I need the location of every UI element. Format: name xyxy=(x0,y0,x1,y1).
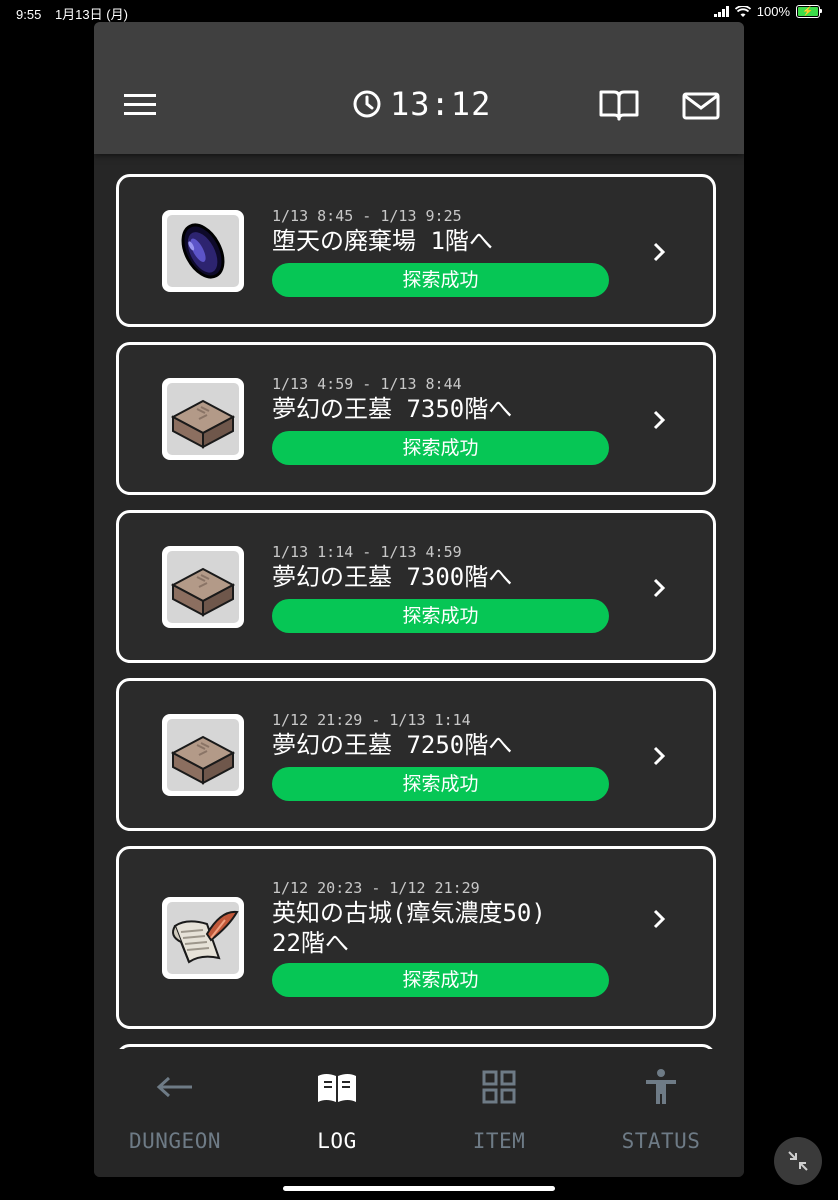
log-title: 夢幻の王墓 7250階へ xyxy=(272,731,513,759)
person-icon xyxy=(646,1069,676,1104)
clock-time: 13:12 xyxy=(390,85,492,123)
status-badge: 探索成功 xyxy=(272,599,609,633)
bottom-tab-bar: DUNGEON LOG ITEM STATUS xyxy=(94,1049,744,1177)
tab-label: DUNGEON xyxy=(128,1129,221,1153)
log-item-thumbnail xyxy=(162,897,244,979)
chevron-right-icon xyxy=(653,410,666,430)
status-badge: 探索成功 xyxy=(272,431,609,465)
status-time-date: 9:55 1月13日 (月) xyxy=(16,4,128,23)
scroll-quill-icon xyxy=(172,910,239,964)
log-title: 夢幻の王墓 7300階へ xyxy=(272,563,513,591)
battery-percent: 100% xyxy=(756,4,790,19)
wifi-icon xyxy=(734,5,751,17)
tab-item[interactable]: ITEM xyxy=(418,1049,580,1177)
log-card[interactable]: 1/12 21:29 - 1/13 1:14 夢幻の王墓 7250階へ 探索成功 xyxy=(116,678,716,831)
system-status-bar: 9:55 1月13日 (月) 100% ⚡ xyxy=(0,0,838,24)
log-title: 夢幻の王墓 7350階へ xyxy=(272,395,513,423)
tab-log[interactable]: LOG xyxy=(256,1049,418,1177)
app-window: 13:12 1/13 8:45 - 1/13 9:25 堕天の廃棄場 1階へ 探 xyxy=(94,22,744,1177)
log-title-line2: 22階へ xyxy=(272,929,349,957)
chevron-right-icon xyxy=(653,578,666,598)
tab-status[interactable]: STATUS xyxy=(580,1049,742,1177)
dark-crystal-icon xyxy=(181,223,225,279)
log-period: 1/13 1:14 - 1/13 4:59 xyxy=(272,543,462,561)
tab-label: STATUS xyxy=(621,1129,701,1153)
stone-tablet-icon xyxy=(170,399,236,449)
tab-label: LOG xyxy=(317,1129,357,1153)
stone-tablet-icon xyxy=(170,567,236,617)
tab-label: ITEM xyxy=(472,1129,526,1153)
tab-dungeon[interactable]: DUNGEON xyxy=(94,1049,256,1177)
open-book-icon[interactable] xyxy=(598,88,640,122)
log-item-thumbnail xyxy=(162,378,244,460)
battery-icon: ⚡ xyxy=(796,5,822,18)
collapse-arrows-icon xyxy=(788,1151,808,1171)
log-item-thumbnail xyxy=(162,210,244,292)
chevron-right-icon xyxy=(653,909,666,929)
mail-icon[interactable] xyxy=(682,92,720,120)
chevron-right-icon xyxy=(653,746,666,766)
log-period: 1/13 8:45 - 1/13 9:25 xyxy=(272,207,462,225)
log-period: 1/13 4:59 - 1/13 8:44 xyxy=(272,375,462,393)
cellular-signal-icon xyxy=(713,6,729,17)
status-badge: 探索成功 xyxy=(272,767,609,801)
app-header: 13:12 xyxy=(94,22,744,154)
log-period: 1/12 21:29 - 1/13 1:14 xyxy=(272,711,471,729)
game-clock: 13:12 xyxy=(352,84,491,124)
grid-icon xyxy=(482,1070,516,1104)
log-card[interactable]: 1/13 8:45 - 1/13 9:25 堕天の廃棄場 1階へ 探索成功 xyxy=(116,174,716,327)
log-item-thumbnail xyxy=(162,714,244,796)
open-book-icon xyxy=(318,1074,356,1102)
status-time: 9:55 xyxy=(16,7,42,22)
log-list: 1/13 8:45 - 1/13 9:25 堕天の廃棄場 1階へ 探索成功 1/… xyxy=(94,154,744,1049)
log-title: 堕天の廃棄場 1階へ xyxy=(272,227,493,255)
hamburger-menu-icon[interactable] xyxy=(124,92,158,118)
log-card[interactable]: 1/13 1:14 - 1/13 4:59 夢幻の王墓 7300階へ 探索成功 xyxy=(116,510,716,663)
log-card[interactable]: 1/12 20:23 - 1/12 21:29 英知の古城(瘴気濃度50) 22… xyxy=(116,846,716,1029)
status-indicators: 100% ⚡ xyxy=(713,4,822,19)
log-card[interactable]: 1/13 4:59 - 1/13 8:44 夢幻の王墓 7350階へ 探索成功 xyxy=(116,342,716,495)
clock-icon xyxy=(353,90,381,118)
stone-tablet-icon xyxy=(170,735,236,785)
arrow-left-icon xyxy=(156,1076,192,1098)
status-date: 1月13日 (月) xyxy=(54,7,128,22)
minimize-window-button[interactable] xyxy=(774,1137,822,1185)
log-item-thumbnail xyxy=(162,546,244,628)
status-badge: 探索成功 xyxy=(272,963,609,997)
log-period: 1/12 20:23 - 1/12 21:29 xyxy=(272,879,480,897)
chevron-right-icon xyxy=(653,242,666,262)
status-badge: 探索成功 xyxy=(272,263,609,297)
log-title-line1: 英知の古城(瘴気濃度50) xyxy=(272,899,546,927)
home-indicator[interactable] xyxy=(283,1186,555,1191)
